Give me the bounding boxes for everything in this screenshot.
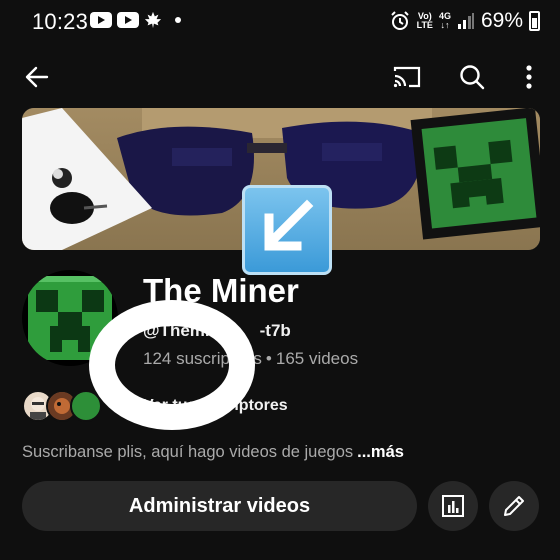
battery-icon	[529, 11, 540, 31]
volte-indicator: Vo) LTE	[416, 11, 433, 30]
status-bar: 10:23 Vo) LTE 4G ↓↑ 69%	[0, 0, 560, 42]
network-type-indicator: 4G ↓↑	[438, 11, 451, 30]
edit-channel-button[interactable]	[489, 481, 539, 531]
analytics-button[interactable]	[428, 481, 478, 531]
more-options-button[interactable]	[512, 60, 546, 94]
more-link[interactable]: ...más	[357, 443, 404, 461]
app-bar	[0, 52, 560, 100]
search-button[interactable]	[455, 60, 489, 94]
back-button[interactable]	[20, 60, 54, 94]
youtube-notification-icon	[117, 12, 139, 28]
search-icon	[460, 65, 485, 90]
video-count: 165 videos	[275, 349, 359, 368]
white-circle-scribble	[89, 300, 255, 430]
analytics-icon	[442, 495, 464, 517]
youtube-notification-icon	[90, 12, 112, 28]
manage-videos-button[interactable]: Administrar videos	[22, 481, 417, 531]
pencil-icon	[504, 496, 524, 516]
more-notifications-dot	[175, 17, 181, 23]
arrow-sticker-overlay	[242, 185, 332, 275]
channel-description[interactable]: Suscribanse plis, aquí hago videos de ju…	[22, 443, 404, 462]
down-left-arrow-icon	[264, 199, 314, 251]
signal-icon	[457, 13, 474, 29]
battery-percent: 69%	[480, 9, 523, 32]
clock-time: 10:23	[32, 9, 89, 34]
notification-icons	[90, 11, 181, 29]
maple-leaf-icon	[144, 11, 162, 29]
back-arrow-icon	[25, 66, 49, 88]
cast-icon	[393, 66, 421, 88]
more-vert-icon	[526, 65, 532, 89]
system-icons: Vo) LTE 4G ↓↑ 69%	[389, 9, 540, 33]
cast-button[interactable]	[390, 60, 424, 94]
alarm-icon	[390, 11, 409, 30]
